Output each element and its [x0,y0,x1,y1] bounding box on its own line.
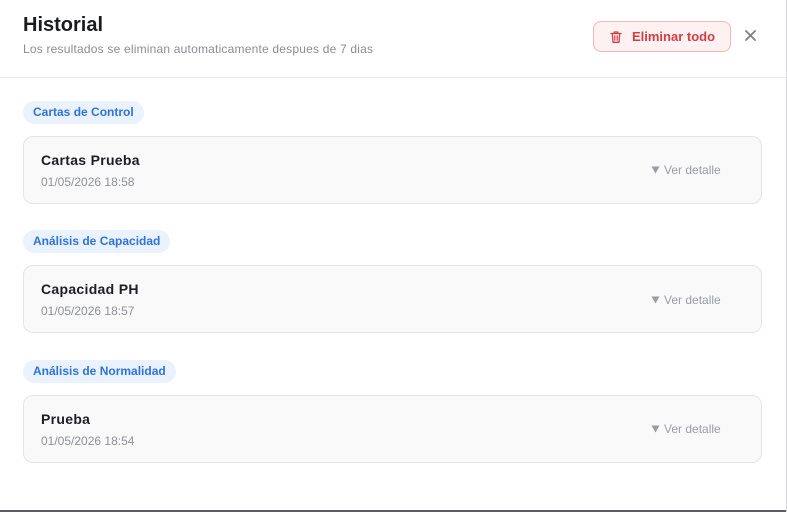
category-chip: Cartas de Control [23,101,144,124]
caret-down-icon [651,166,660,174]
history-item-name: Prueba [41,411,91,427]
clear-all-label: Eliminar todo [631,29,716,44]
close-button[interactable] [741,26,759,44]
modal-subtitle: Los resultados se eliminan automaticamen… [23,42,374,56]
history-item-date: 01/05/2026 18:54 [41,434,135,448]
caret-down-icon [651,425,660,433]
view-detail-label: Ver detalle [664,163,721,177]
view-detail-toggle[interactable]: Ver detalle [651,293,721,307]
view-detail-toggle[interactable]: Ver detalle [651,422,721,436]
history-item-date: 01/05/2026 18:57 [41,304,135,318]
history-item[interactable]: Cartas Prueba 01/05/2026 18:58 Ver detal… [23,136,762,204]
category-chip: Análisis de Capacidad [23,230,171,253]
modal-header: Historial Los resultados se eliminan aut… [0,0,786,78]
history-item[interactable]: Capacidad PH 01/05/2026 18:57 Ver detall… [23,265,762,333]
view-detail-label: Ver detalle [664,293,721,307]
clear-all-button[interactable]: Eliminar todo [593,21,731,52]
caret-down-icon [651,296,660,304]
view-detail-label: Ver detalle [664,422,721,436]
modal-title: Historial [23,14,104,36]
trash-icon [610,30,622,43]
history-item[interactable]: Prueba 01/05/2026 18:54 Ver detalle [23,395,762,463]
history-item-name: Capacidad PH [41,281,139,297]
history-item-name: Cartas Prueba [41,152,140,168]
history-modal: Historial Los resultados se eliminan aut… [0,0,787,512]
category-chip: Análisis de Normalidad [23,360,176,383]
view-detail-toggle[interactable]: Ver detalle [651,163,721,177]
close-icon [744,29,756,41]
history-item-date: 01/05/2026 18:58 [41,175,135,189]
